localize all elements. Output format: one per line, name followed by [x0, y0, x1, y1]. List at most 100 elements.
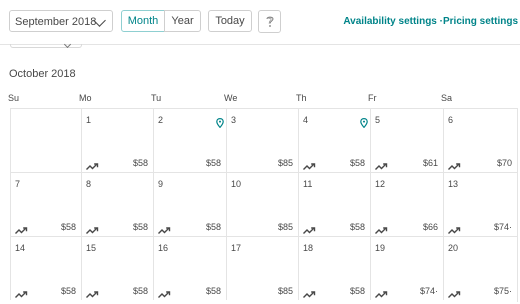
grid-right-border: [517, 108, 518, 302]
day-price: $66: [422, 222, 438, 232]
weekday-label: Mo: [79, 93, 92, 103]
trend-up-icon: [303, 222, 317, 234]
trend-up-icon: [375, 222, 389, 234]
day-cell[interactable]: 9 $58: [153, 172, 226, 236]
day-price: $58: [349, 158, 365, 168]
day-number: 9: [158, 179, 164, 189]
calendar-toolbar: September 2018 Month Year Today Availabi…: [0, 0, 520, 45]
day-price: $61: [422, 158, 438, 168]
day-cell[interactable]: 4 $58: [298, 108, 370, 172]
settings-links: Availability settings ·Pricing settings: [343, 16, 518, 27]
day-cell[interactable]: 19 $74·: [370, 236, 443, 300]
availability-settings-link[interactable]: Availability settings: [343, 16, 437, 27]
day-number: 1: [86, 115, 92, 125]
weekday-label: Tu: [151, 93, 162, 103]
trend-up-icon: [86, 286, 100, 298]
day-cell[interactable]: 6 $70: [443, 108, 517, 172]
day-number: 19: [375, 243, 386, 253]
day-price: $74·: [419, 286, 438, 296]
trend-up-icon: [158, 286, 172, 298]
trend-up-icon: [375, 158, 389, 170]
day-number: 5: [375, 115, 381, 125]
day-cell[interactable]: 16 $58: [153, 236, 226, 300]
day-cell[interactable]: 17 $85: [226, 236, 298, 300]
day-cell[interactable]: 18 $58: [298, 236, 370, 300]
day-price: $85: [277, 158, 293, 168]
day-cell[interactable]: 3 $85: [226, 108, 298, 172]
today-button[interactable]: Today: [208, 10, 252, 32]
day-number: 6: [448, 115, 454, 125]
month-select[interactable]: September 2018: [9, 10, 113, 32]
day-number: 14: [15, 243, 26, 253]
day-number: 12: [375, 179, 386, 189]
month-select-value: September 2018: [15, 16, 97, 28]
day-price: $58: [205, 158, 221, 168]
day-price: $58: [132, 222, 148, 232]
day-number: 3: [231, 115, 237, 125]
day-cell[interactable]: 5 $61: [370, 108, 443, 172]
trend-up-icon: [303, 158, 317, 170]
day-number: 17: [231, 243, 242, 253]
day-cell[interactable]: 11 $58: [298, 172, 370, 236]
view-month-button[interactable]: Month: [121, 10, 165, 32]
day-price: $58: [349, 222, 365, 232]
day-cell[interactable]: 14 $58: [10, 236, 81, 300]
day-cell[interactable]: 2 $58: [153, 108, 226, 172]
day-cell[interactable]: 10 $85: [226, 172, 298, 236]
location-pin-icon: [216, 115, 224, 129]
trend-up-icon: [86, 158, 100, 170]
weekday-label: Su: [8, 93, 20, 103]
day-price: $85: [277, 286, 293, 296]
day-price: $58: [132, 286, 148, 296]
day-number: 8: [86, 179, 92, 189]
trend-up-icon: [15, 222, 29, 234]
day-cell[interactable]: 7 $58: [10, 172, 81, 236]
day-cell[interactable]: 15 $58: [81, 236, 153, 300]
day-price: $74·: [493, 222, 512, 232]
trend-up-icon: [448, 222, 462, 234]
day-price: $58: [205, 286, 221, 296]
day-number: 11: [303, 179, 313, 189]
day-number: 4: [303, 115, 309, 125]
trend-up-icon: [448, 286, 462, 298]
day-price: $58: [60, 222, 76, 232]
day-number: 2: [158, 115, 164, 125]
help-button[interactable]: [258, 10, 281, 33]
weekday-label: Th: [296, 93, 307, 103]
trend-up-icon: [303, 286, 317, 298]
location-pin-icon: [360, 115, 368, 129]
dropdown-tail: [10, 40, 82, 49]
day-price: $58: [60, 286, 76, 296]
day-cell[interactable]: 12 $66: [370, 172, 443, 236]
month-title: October 2018: [9, 68, 76, 80]
trend-up-icon: [448, 158, 462, 170]
day-number: 10: [231, 179, 242, 189]
day-cell[interactable]: 13 $74·: [443, 172, 517, 236]
day-price: $75·: [493, 286, 512, 296]
question-icon: [266, 16, 274, 27]
day-cell[interactable]: 8 $58: [81, 172, 153, 236]
day-cell[interactable]: 1 $58: [81, 108, 153, 172]
day-price: $85: [277, 222, 293, 232]
trend-up-icon: [158, 222, 172, 234]
day-number: 18: [303, 243, 314, 253]
day-number: 13: [448, 179, 459, 189]
weekday-label: We: [224, 93, 238, 103]
weekday-label: Sa: [441, 93, 453, 103]
day-cell[interactable]: 20 $75·: [443, 236, 517, 300]
day-number: 7: [15, 179, 21, 189]
view-year-button[interactable]: Year: [164, 10, 201, 32]
weekday-label: Fr: [368, 93, 377, 103]
trend-up-icon: [86, 222, 100, 234]
day-price: $70: [496, 158, 512, 168]
day-price: $58: [349, 286, 365, 296]
day-price: $58: [205, 222, 221, 232]
day-cell: [10, 108, 81, 172]
day-number: 16: [158, 243, 169, 253]
day-number: 15: [86, 243, 97, 253]
day-number: 20: [448, 243, 459, 253]
day-price: $58: [132, 158, 148, 168]
trend-up-icon: [15, 286, 29, 298]
pricing-settings-link[interactable]: Pricing settings: [443, 16, 518, 27]
trend-up-icon: [375, 286, 389, 298]
